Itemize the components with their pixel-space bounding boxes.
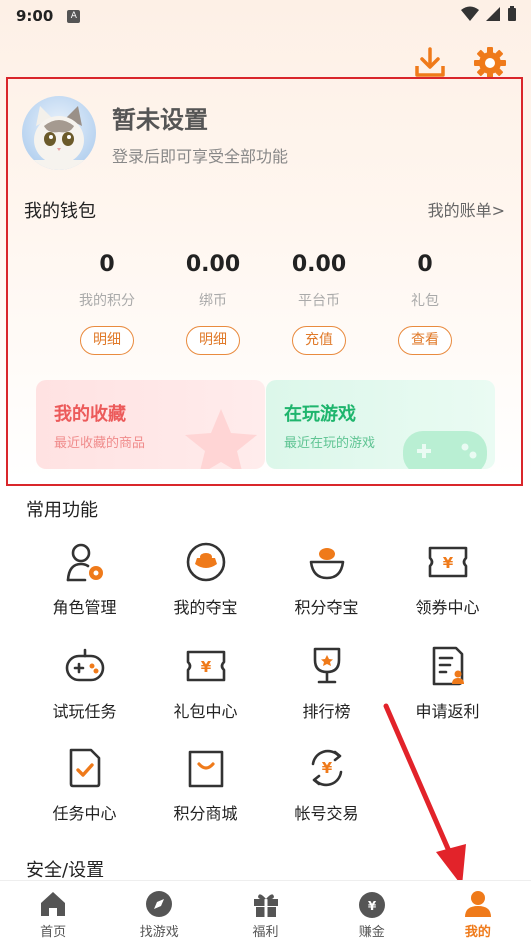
account-trade-icon: ¥ bbox=[311, 749, 342, 787]
avatar[interactable] bbox=[22, 96, 96, 170]
playing-games-card[interactable]: 在玩游戏 最近在玩的游戏 bbox=[266, 380, 495, 469]
wallet-value: 0.00 bbox=[185, 252, 241, 277]
points-treasure-item[interactable]: 积分夺宝 bbox=[266, 540, 387, 618]
coupon-icon: ¥ bbox=[428, 546, 467, 578]
profile-section[interactable]: 暂未设置 登录后即可享受全部功能 bbox=[22, 96, 288, 170]
svg-text:¥: ¥ bbox=[200, 658, 211, 676]
wallet-gift-packs: 0 礼包 查看 bbox=[372, 252, 478, 355]
svg-text:¥: ¥ bbox=[368, 899, 377, 913]
signal-icon bbox=[486, 7, 500, 21]
function-label: 礼包中心 bbox=[173, 702, 238, 721]
points-treasure-icon bbox=[309, 548, 344, 580]
nav-label: 赚金 bbox=[358, 925, 385, 940]
wallet-value: 0.00 bbox=[291, 252, 347, 277]
my-treasure-item[interactable]: 我的夺宝 bbox=[145, 540, 266, 618]
top-actions bbox=[413, 46, 507, 80]
treasure-icon bbox=[186, 542, 225, 582]
bound-coins-detail-button[interactable]: 明细 bbox=[186, 326, 240, 355]
wallet-columns: 0 我的积分 明细 0.00 绑币 明细 0.00 平台币 充值 0 礼包 查看 bbox=[54, 252, 480, 355]
trophy-icon bbox=[313, 647, 340, 684]
function-label: 任务中心 bbox=[52, 804, 117, 823]
function-label: 帐号交易 bbox=[294, 804, 359, 823]
role-manage-icon bbox=[66, 543, 103, 582]
wallet-bound-coins: 0.00 绑币 明细 bbox=[160, 252, 266, 355]
card-subtitle: 最近在玩的游戏 bbox=[284, 436, 376, 451]
settings-gear-icon[interactable] bbox=[473, 46, 507, 80]
money-bag-icon: ¥ bbox=[358, 892, 385, 918]
role-manage-item[interactable]: 角色管理 bbox=[24, 540, 145, 618]
function-label: 排行榜 bbox=[302, 702, 351, 721]
wallet-label: 绑币 bbox=[199, 293, 227, 309]
nav-label: 找游戏 bbox=[139, 925, 179, 940]
wallet-value: 0 bbox=[99, 252, 115, 277]
card-title: 在玩游戏 bbox=[284, 404, 356, 425]
account-trade-item[interactable]: ¥ 帐号交易 bbox=[266, 746, 387, 824]
wallet-label: 平台币 bbox=[298, 293, 340, 309]
status-bar: 9:00 A bbox=[0, 0, 531, 32]
function-label: 积分商城 bbox=[173, 804, 238, 823]
home-icon bbox=[41, 892, 66, 916]
wallet-title: 我的钱包 bbox=[24, 201, 96, 222]
function-label: 我的夺宝 bbox=[173, 598, 238, 617]
function-label: 试玩任务 bbox=[52, 702, 117, 721]
star-decoration-icon bbox=[185, 409, 257, 469]
nav-mine[interactable]: 我的 bbox=[425, 881, 531, 945]
svg-text:¥: ¥ bbox=[321, 759, 332, 777]
leaderboard-item[interactable]: 排行榜 bbox=[266, 644, 387, 722]
wallet-label: 我的积分 bbox=[79, 293, 135, 309]
points-mall-item[interactable]: 积分商城 bbox=[145, 746, 266, 824]
annotation-arrow-icon bbox=[383, 703, 466, 886]
my-favorites-card[interactable]: 我的收藏 最近收藏的商品 bbox=[36, 380, 265, 469]
coupon-center-item[interactable]: ¥ 领券中心 bbox=[387, 540, 508, 618]
status-time: 9:00 bbox=[16, 7, 54, 25]
security-settings-title: 安全/设置 bbox=[26, 860, 105, 881]
wallet-platform-coins: 0.00 平台币 充值 bbox=[266, 252, 372, 355]
cat-avatar-icon bbox=[32, 106, 86, 170]
profile-name[interactable]: 暂未设置 bbox=[112, 100, 288, 135]
gamepad-icon bbox=[65, 648, 104, 682]
svg-text:¥: ¥ bbox=[442, 554, 453, 572]
trial-task-item[interactable]: 试玩任务 bbox=[24, 644, 145, 722]
view-gift-button[interactable]: 查看 bbox=[398, 326, 452, 355]
notification-badge: A bbox=[67, 9, 81, 23]
function-label: 角色管理 bbox=[52, 598, 117, 617]
shopping-bag-icon bbox=[188, 750, 223, 788]
card-title: 我的收藏 bbox=[54, 404, 126, 425]
gift-ticket-icon: ¥ bbox=[186, 650, 225, 682]
task-icon bbox=[69, 748, 100, 788]
nav-label: 福利 bbox=[252, 925, 279, 940]
wifi-icon bbox=[461, 6, 479, 21]
nav-welfare[interactable]: 福利 bbox=[212, 881, 318, 945]
nav-earn[interactable]: ¥ 赚金 bbox=[319, 881, 425, 945]
task-center-item[interactable]: 任务中心 bbox=[24, 746, 145, 824]
rebate-doc-icon bbox=[432, 646, 464, 686]
wallet-value: 0 bbox=[417, 252, 433, 277]
points-detail-button[interactable]: 明细 bbox=[80, 326, 134, 355]
function-label: 领券中心 bbox=[415, 598, 480, 617]
user-icon bbox=[464, 891, 491, 917]
common-functions-title: 常用功能 bbox=[26, 500, 98, 521]
gift-icon bbox=[253, 894, 278, 917]
gift-center-item[interactable]: ¥ 礼包中心 bbox=[145, 644, 266, 722]
status-icons bbox=[461, 6, 517, 22]
nav-label: 我的 bbox=[464, 925, 491, 940]
wallet-label: 礼包 bbox=[411, 293, 439, 309]
nav-label: 首页 bbox=[40, 925, 67, 940]
recharge-button[interactable]: 充值 bbox=[292, 326, 346, 355]
gamepad-decoration-icon bbox=[403, 431, 487, 469]
profile-text: 暂未设置 登录后即可享受全部功能 bbox=[112, 100, 288, 167]
battery-icon bbox=[508, 6, 516, 21]
function-label: 积分夺宝 bbox=[294, 598, 359, 617]
card-subtitle: 最近收藏的商品 bbox=[54, 436, 146, 451]
download-icon[interactable] bbox=[413, 46, 447, 80]
wallet-points: 0 我的积分 明细 bbox=[54, 252, 160, 355]
nav-home[interactable]: 首页 bbox=[0, 881, 106, 945]
nav-find-games[interactable]: 找游戏 bbox=[106, 881, 212, 945]
compass-icon bbox=[146, 891, 173, 917]
bottom-navigation: 首页 找游戏 福利 ¥ 赚金 我的 bbox=[0, 880, 531, 945]
my-bill-link[interactable]: 我的账单> bbox=[428, 197, 505, 221]
profile-subtitle: 登录后即可享受全部功能 bbox=[112, 146, 289, 166]
